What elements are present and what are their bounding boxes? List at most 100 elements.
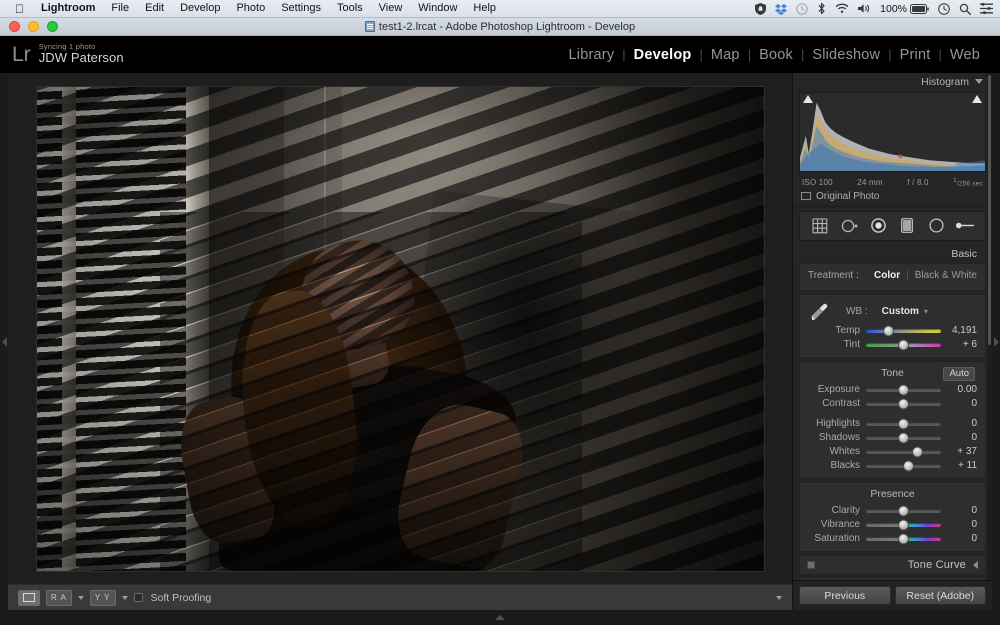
treatment-option-color[interactable]: Color: [874, 270, 900, 281]
battery-status[interactable]: 100%: [880, 2, 929, 16]
before-after-button[interactable]: R A: [46, 589, 72, 606]
clarity-slider-value[interactable]: 0: [941, 505, 977, 516]
contrast-slider-row[interactable]: Contrast 0: [800, 397, 985, 411]
photo-preview[interactable]: [36, 86, 764, 571]
filmstrip-toggle-bar[interactable]: [0, 610, 1000, 625]
shadows-slider-value[interactable]: 0: [941, 432, 977, 443]
blacks-slider-track[interactable]: [866, 460, 941, 472]
temp-slider-row[interactable]: Temp 4,191: [800, 324, 985, 338]
auto-tone-button[interactable]: Auto: [943, 366, 975, 381]
highlights-slider-track[interactable]: [866, 418, 941, 430]
vibrance-slider-row[interactable]: Vibrance 0: [800, 518, 985, 532]
before-after-dropdown-icon[interactable]: [77, 595, 84, 600]
apple-logo-icon[interactable]: : [6, 3, 33, 15]
identity-plate[interactable]: Lr Syncing 1 photo JDW Paterson: [0, 42, 124, 67]
tint-slider-row[interactable]: Tint + 6: [800, 338, 985, 352]
exposure-slider-track[interactable]: [866, 384, 941, 396]
previous-button[interactable]: Previous: [799, 586, 891, 605]
menu-item-photo[interactable]: Photo: [228, 0, 273, 17]
compare-dropdown-icon[interactable]: [121, 595, 128, 600]
contrast-slider-knob[interactable]: [898, 398, 909, 410]
spotlight-search-icon[interactable]: [959, 2, 971, 16]
crop-overlay-tool[interactable]: [811, 217, 829, 235]
menu-item-develop[interactable]: Develop: [172, 0, 228, 17]
chevron-down-icon[interactable]: [975, 79, 983, 84]
wifi-icon[interactable]: [835, 2, 849, 16]
highlights-slider-knob[interactable]: [898, 418, 909, 430]
saturation-slider-track[interactable]: [866, 533, 941, 545]
bluetooth-icon[interactable]: [817, 2, 826, 16]
vibrance-slider-knob[interactable]: [898, 519, 909, 531]
treatment-option-black-and-white[interactable]: Black & White: [915, 270, 977, 281]
module-book[interactable]: Book: [751, 47, 801, 63]
histogram-graph[interactable]: [799, 92, 986, 172]
right-panel-scrollbar-thumb[interactable]: [988, 75, 991, 345]
shadows-slider-row[interactable]: Shadows 0: [800, 431, 985, 445]
vibrance-slider-value[interactable]: 0: [941, 519, 977, 530]
contrast-slider-value[interactable]: 0: [941, 398, 977, 409]
volume-icon[interactable]: [858, 2, 871, 16]
spot-removal-tool[interactable]: [840, 217, 858, 235]
tint-slider-knob[interactable]: [898, 339, 909, 351]
menu-item-tools[interactable]: Tools: [329, 0, 371, 17]
loupe-view-button[interactable]: [18, 589, 40, 606]
chevron-left-icon[interactable]: [973, 560, 978, 569]
highlights-slider-value[interactable]: 0: [941, 418, 977, 429]
soft-proofing-checkbox[interactable]: [133, 593, 143, 602]
exposure-slider-value[interactable]: 0.00: [941, 384, 977, 395]
timemachine-icon[interactable]: [938, 2, 950, 16]
temp-slider-value[interactable]: 4,191: [941, 325, 977, 336]
contrast-slider-track[interactable]: [866, 398, 941, 410]
blacks-slider-knob[interactable]: [902, 460, 914, 472]
left-panel-toggle[interactable]: [0, 73, 8, 610]
white-balance-selector-eyedropper-icon[interactable]: [808, 301, 830, 323]
highlight-clipping-indicator[interactable]: [972, 95, 982, 103]
temp-slider-knob[interactable]: [883, 325, 894, 337]
module-slideshow[interactable]: Slideshow: [804, 47, 888, 63]
module-develop[interactable]: Develop: [626, 47, 700, 63]
control-center-icon[interactable]: [980, 2, 993, 16]
module-map[interactable]: Map: [703, 47, 748, 63]
basic-panel-header[interactable]: Basic: [793, 245, 992, 263]
whites-slider-knob[interactable]: [911, 446, 923, 458]
whites-slider-row[interactable]: Whites + 37: [800, 445, 985, 459]
menu-item-settings[interactable]: Settings: [273, 0, 329, 17]
temp-slider-track[interactable]: [866, 325, 941, 337]
red-eye-correction-tool[interactable]: [869, 217, 887, 235]
dropbox-icon[interactable]: [775, 2, 788, 16]
tint-slider-track[interactable]: [866, 339, 941, 351]
tone-curve-enable-switch[interactable]: [807, 560, 815, 569]
menu-item-view[interactable]: View: [371, 0, 411, 17]
shadow-clipping-indicator[interactable]: [803, 95, 813, 103]
original-photo-row[interactable]: Original Photo: [793, 188, 992, 207]
module-web[interactable]: Web: [942, 47, 988, 63]
whites-slider-value[interactable]: + 37: [941, 446, 977, 457]
right-panel-scroll-area[interactable]: Histogram ISO 100 24 mm f / 8.0 1/256 se…: [793, 73, 992, 580]
whites-slider-track[interactable]: [866, 446, 941, 458]
clock-icon[interactable]: [796, 2, 808, 16]
shadows-slider-knob[interactable]: [898, 432, 909, 444]
clarity-slider-knob[interactable]: [898, 505, 909, 517]
highlights-slider-row[interactable]: Highlights 0: [800, 417, 985, 431]
vibrance-slider-track[interactable]: [866, 519, 941, 531]
saturation-slider-row[interactable]: Saturation 0: [800, 532, 985, 546]
photo-canvas[interactable]: [8, 73, 792, 584]
right-panel-toggle[interactable]: [992, 73, 1000, 610]
menu-item-help[interactable]: Help: [465, 0, 504, 17]
clarity-slider-row[interactable]: Clarity 0: [800, 504, 985, 518]
compare-view-button[interactable]: Y Y: [89, 589, 116, 606]
menu-item-file[interactable]: File: [103, 0, 137, 17]
toolbar-options-menu[interactable]: [776, 595, 782, 600]
panel-tone-curve[interactable]: Tone Curve: [799, 554, 986, 575]
clarity-slider-track[interactable]: [866, 505, 941, 517]
shadows-slider-track[interactable]: [866, 432, 941, 444]
chevron-down-icon[interactable]: ▾: [924, 307, 928, 316]
reset-button[interactable]: Reset (Adobe): [894, 586, 986, 605]
saturation-slider-knob[interactable]: [898, 533, 909, 545]
menu-item-window[interactable]: Window: [410, 0, 465, 17]
exposure-slider-knob[interactable]: [898, 384, 909, 396]
panel-hsl-color-bw[interactable]: HSL / Color / B & W: [799, 576, 986, 580]
module-library[interactable]: Library: [561, 47, 623, 63]
menu-item-edit[interactable]: Edit: [137, 0, 172, 17]
white-balance-value[interactable]: Custom: [882, 306, 919, 317]
